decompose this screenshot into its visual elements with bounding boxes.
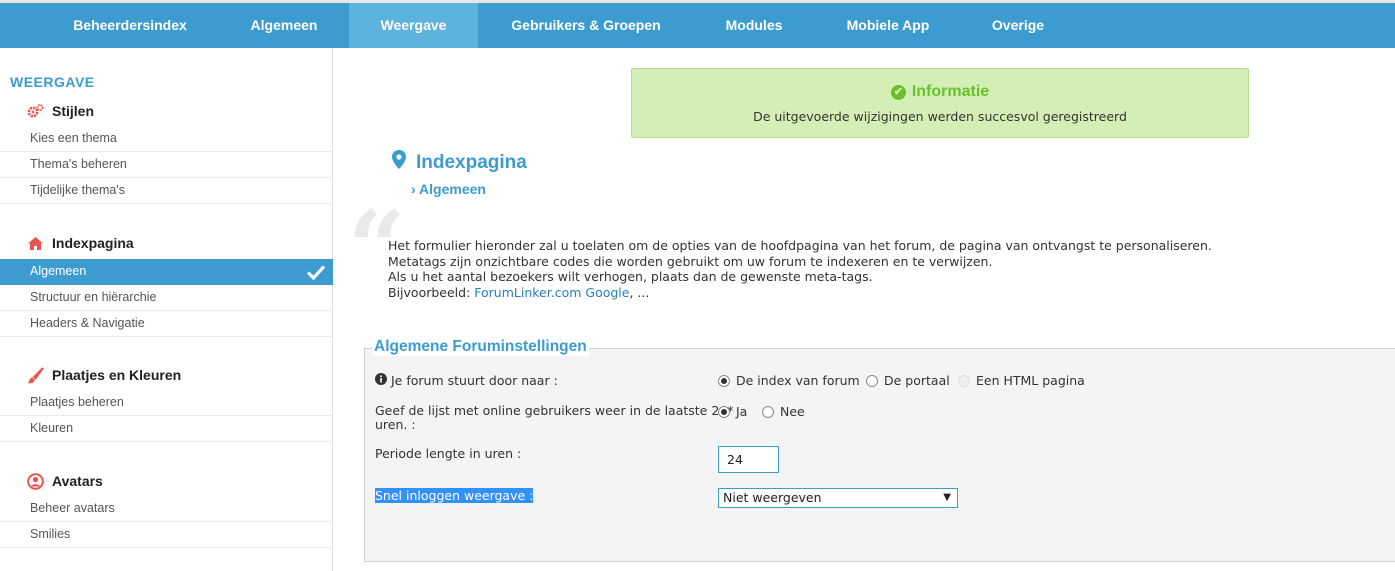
intro-example-suffix: , ... [629,284,650,300]
intro-example-prefix: Bijvoorbeeld: [388,284,475,300]
quick-login-select[interactable]: Niet weergeven ▼ [718,488,958,508]
intro-line: Bijvoorbeeld: ForumLinker.com Google, ..… [388,285,1212,301]
radio-label: De portaal [884,373,950,388]
radio-nee[interactable]: Nee [762,404,805,419]
info-icon[interactable] [375,373,387,388]
intro-line: Als u het aantal bezoekers wilt verhogen… [388,269,873,284]
radio-button[interactable] [958,374,970,387]
check-circle-icon: ✔ [890,84,906,100]
quick-login-label: Snel inloggen weergave : [375,488,534,503]
tab-mobiele-app[interactable]: Mobiele App [828,3,948,48]
select-value: Niet weergeven [723,490,822,505]
paintbrush-icon [26,366,44,384]
sidebar-item-kleuren[interactable]: Kleuren [0,416,333,442]
intro-text: Het formulier hieronder zal u toelaten o… [388,238,1212,300]
tab-algemeen[interactable]: Algemeen [222,3,346,48]
info-title-text: Informatie [911,83,990,100]
checkmark-icon [306,259,326,288]
user-circle-icon [26,472,44,490]
page-title: Indexpagina [392,150,527,175]
sidebar-item-tijdelijke-themas[interactable]: Tijdelijke thema's [0,178,333,204]
period-label: Periode lengte in uren : [375,446,522,461]
tab-gebruikers-groepen[interactable]: Gebruikers & Groepen [490,3,682,48]
tab-overige[interactable]: Overige [970,3,1066,48]
sidebar: WEERGAVE Stijlen Kies een thema Thema's … [0,48,333,571]
radio-button[interactable] [866,374,878,387]
sidebar-section-avatars: Avatars [26,472,103,490]
online-list-label-line: uren. : [375,417,416,432]
sidebar-item-label: Algemeen [30,264,87,278]
forumlinker-link[interactable]: ForumLinker.com [474,285,581,300]
sidebar-item-smilies[interactable]: Smilies [0,522,333,548]
radio-label: Nee [780,404,805,419]
tab-modules[interactable]: Modules [702,3,806,48]
sidebar-item-kies-een-thema[interactable]: Kies een thema [0,126,333,152]
sidebar-section-stijlen: Stijlen [26,102,94,120]
breadcrumb[interactable]: › Algemeen [411,181,486,197]
info-message: De uitgevoerde wijzigingen werden succes… [753,109,1127,124]
sidebar-item-beheer-avatars[interactable]: Beheer avatars [0,496,333,522]
intro-line: Het formulier hieronder zal u toelaten o… [388,238,1212,253]
sidebar-item-themas-beheren[interactable]: Thema's beheren [0,152,333,178]
sidebar-section-label: Stijlen [52,103,95,119]
top-navigation: Beheerdersindex Algemeen Weergave Gebrui… [0,0,1395,48]
home-icon [26,234,44,252]
online-list-label: Geef de lijst met online gebruikers weer… [375,404,734,432]
radio-label: Een HTML pagina [976,373,1085,388]
sidebar-section-label: Plaatjes en Kleuren [52,367,182,383]
radio-label: Ja [736,404,748,419]
chevron-right-icon: › [411,181,416,197]
dropdown-arrow-icon: ▼ [943,492,951,503]
sidebar-item-structuur-en-hierarchie[interactable]: Structuur en hiërarchie [0,285,333,311]
sidebar-item-headers-navigatie[interactable]: Headers & Navigatie [0,311,333,337]
sidebar-item-algemeen[interactable]: Algemeen [0,259,333,285]
sidebar-title: WEERGAVE [10,74,95,90]
sidebar-section-label: Indexpagina [52,235,134,251]
radio-index-van-forum[interactable]: De index van forum [718,373,860,388]
period-hours-input[interactable]: 24 [718,446,779,473]
intro-line: Metatags zijn onzichtbare codes die word… [388,253,993,269]
gears-icon [26,102,44,120]
sidebar-section-plaatjes-en-kleuren: Plaatjes en Kleuren [26,366,181,384]
radio-button[interactable] [762,405,774,418]
radio-button[interactable] [718,374,730,387]
radio-ja[interactable]: Ja [718,404,747,419]
info-title: ✔ Informatie [632,83,1248,101]
tab-weergave[interactable]: Weergave [349,3,478,48]
radio-de-portaal[interactable]: De portaal [866,373,950,388]
tab-beheerdersindex[interactable]: Beheerdersindex [40,3,220,48]
page-title-text: Indexpagina [416,151,527,173]
quick-login-label-text: Snel inloggen weergave : [375,488,534,503]
radio-button[interactable] [718,405,730,418]
sidebar-section-indexpagina: Indexpagina [26,234,134,252]
redirect-label-text: Je forum stuurt door naar : [391,372,558,388]
fieldset-legend: Algemene Foruminstellingen [372,338,589,356]
redirect-label: Je forum stuurt door naar : [375,373,558,388]
google-link[interactable]: Google [585,285,629,300]
online-list-label-line: Geef de lijst met online gebruikers weer… [375,403,734,418]
success-message-box: ✔ Informatie De uitgevoerde wijzigingen … [631,68,1249,138]
radio-label: De index van forum [736,373,860,388]
map-marker-icon [392,150,406,175]
sidebar-item-plaatjes-beheren[interactable]: Plaatjes beheren [0,390,333,416]
sidebar-section-label: Avatars [52,473,103,489]
breadcrumb-label: Algemeen [419,181,486,197]
radio-html-pagina[interactable]: Een HTML pagina [958,373,1085,388]
